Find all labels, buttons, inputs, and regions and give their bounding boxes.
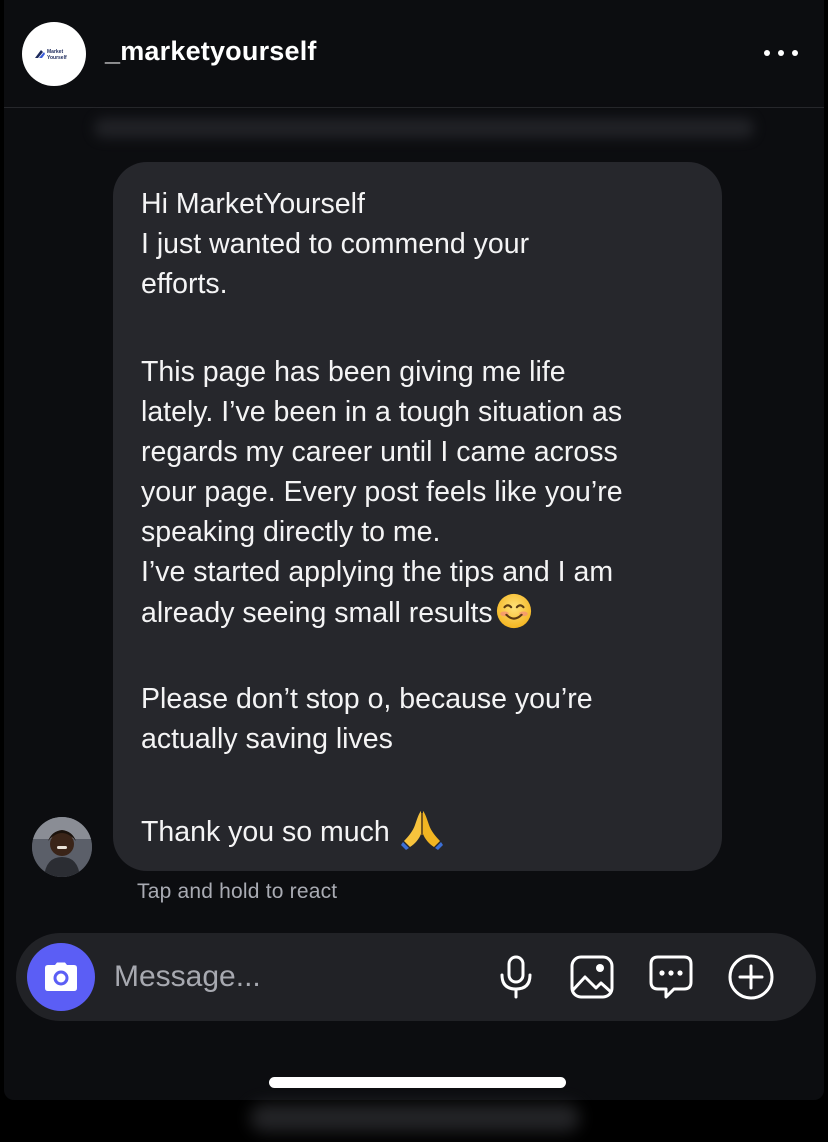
camera-icon [45, 962, 77, 991]
gallery-icon [570, 955, 614, 999]
message-line: I’ve started applying the tips and I am [141, 552, 700, 592]
more-horizontal-icon[interactable] [759, 38, 803, 68]
message-line: This page has been giving me life [141, 356, 566, 388]
microphone-icon [500, 955, 532, 999]
message-input[interactable] [114, 957, 474, 997]
microphone-button[interactable] [491, 952, 541, 1002]
message-line-text: I’ve started applying the tips and I am [141, 556, 614, 588]
sender-avatar[interactable] [32, 817, 92, 877]
sticker-chat-icon [649, 955, 693, 999]
message-line: already seeing small results [141, 592, 700, 633]
home-indicator[interactable] [269, 1077, 566, 1088]
chat-header: Market Yourself _marketyourself [4, 0, 824, 108]
add-button[interactable] [726, 952, 776, 1002]
message-line: regards my career until I came across [141, 436, 618, 468]
tap-hold-hint: Tap and hold to react [137, 880, 338, 903]
message-line: Hi MarketYourself [141, 188, 365, 220]
blurred-previous-message [94, 118, 754, 138]
message-line: lately. I’ve been in a tough situation a… [141, 396, 623, 428]
profile-avatar[interactable]: Market Yourself [22, 22, 86, 86]
camera-button[interactable] [27, 943, 95, 1011]
message-composer [16, 933, 816, 1021]
folded-hands-icon [400, 811, 443, 850]
dot [792, 50, 798, 56]
sender-photo [32, 817, 92, 877]
sticker-chat-button[interactable] [646, 952, 696, 1002]
message-line: efforts. [141, 268, 228, 300]
message-line: Please don’t stop o, because you’re [141, 683, 593, 715]
plus-circle-icon [728, 954, 774, 1000]
logo-text-bottom: Yourself [47, 55, 67, 61]
message-line: your page. Every post feels like you’re [141, 476, 623, 508]
gallery-button[interactable] [567, 952, 617, 1002]
chat-username[interactable]: _marketyourself [105, 36, 317, 67]
message-line-text: Thank you so much [141, 816, 390, 848]
message-line-text: already seeing small results [141, 597, 493, 629]
message-line: Thank you so much [141, 807, 700, 852]
dot [778, 50, 784, 56]
blurred-overlay [250, 1104, 580, 1132]
smiling-face-icon [496, 593, 531, 629]
message-line: I just wanted to commend your [141, 228, 530, 260]
message-line: speaking directly to me. [141, 516, 441, 548]
message-bubble[interactable]: Hi MarketYourself I just wanted to comme… [113, 162, 722, 871]
chat-screen: Market Yourself _marketyourself Hi Marke… [4, 0, 824, 1100]
marketyourself-logo-icon: Market Yourself [35, 49, 67, 61]
dot [764, 50, 770, 56]
message-line: actually saving lives [141, 723, 393, 755]
